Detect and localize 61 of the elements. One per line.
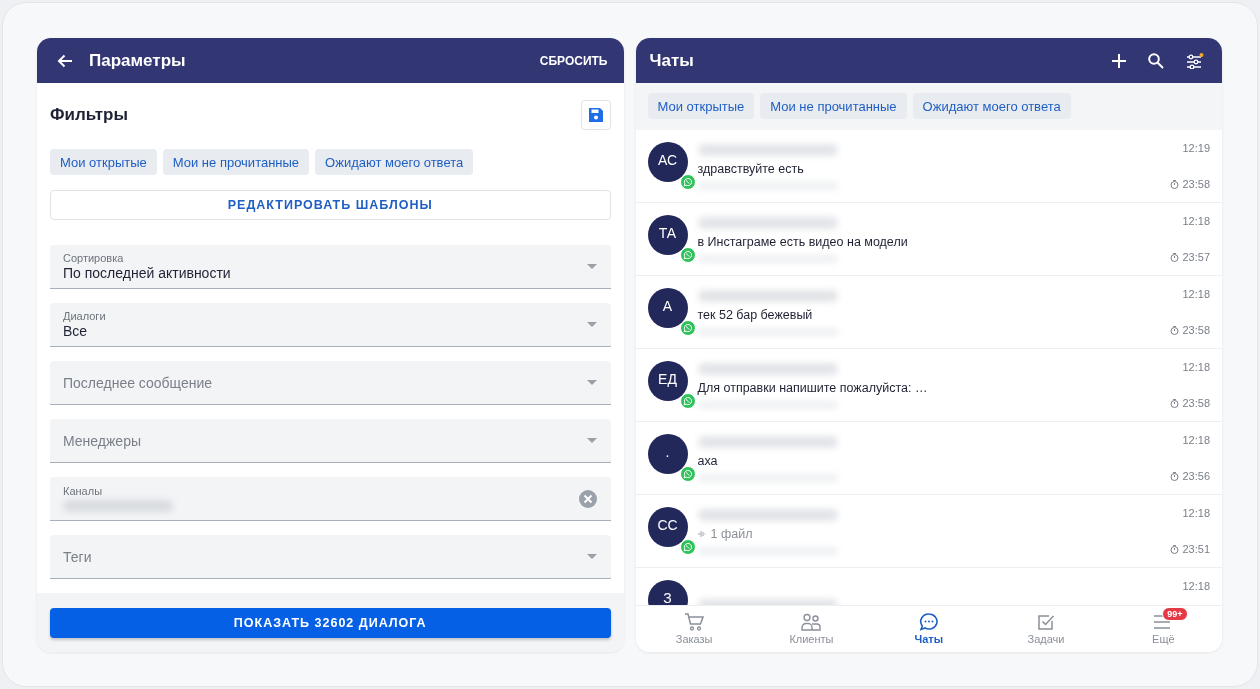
avatar: З: [647, 580, 688, 605]
chat-row[interactable]: ТА в Инстаграме есть видео на модели 12:18 23:57: [635, 203, 1222, 276]
screen-title: Чаты: [649, 50, 694, 71]
nav-tab[interactable]: 99+ Ещё: [1104, 606, 1222, 652]
filter-chip[interactable]: Мои открытые: [647, 93, 755, 119]
wait-time: 23:56: [1182, 470, 1210, 482]
edit-templates-button[interactable]: РЕДАКТИРОВАТЬ ШАБЛОНЫ: [50, 190, 611, 220]
message-time: 12:18: [1182, 507, 1210, 519]
wait-time: 23:58: [1182, 178, 1210, 190]
avatar: .: [647, 434, 688, 474]
clearable-field[interactable]: Каналы: [50, 477, 611, 521]
message-time: 12:18: [1182, 288, 1210, 300]
field-label: Диалоги: [63, 310, 107, 322]
message-time: 12:18: [1182, 580, 1210, 592]
avatar: А: [647, 288, 688, 328]
chat-row[interactable]: СС 1 файл 12:18 23:51: [635, 495, 1222, 568]
wait-time: 23:58: [1182, 324, 1210, 336]
field-value: Все: [63, 323, 89, 339]
wait-time: 23:51: [1182, 543, 1210, 555]
filter-chip[interactable]: Ожидают моего ответа: [912, 93, 1071, 119]
field-value: По последней активности: [63, 265, 232, 281]
section-title: Фильтры: [50, 105, 128, 125]
last-message: здравствуйте есть: [697, 162, 804, 176]
select-field[interactable]: Сортировка По последней активности: [50, 245, 611, 289]
screen-title: Параметры: [89, 50, 186, 71]
chat-row[interactable]: . аха 12:18 23:56: [635, 422, 1222, 495]
chat-row[interactable]: ЕД Для отправки напишите пожалуйста: … 12:18 23:58: [635, 349, 1222, 422]
filter-chip[interactable]: Мои не прочитанные: [162, 149, 310, 175]
select-field[interactable]: Последнее сообщение: [50, 361, 611, 405]
chat-row[interactable]: А тек 52 бар бежевый 12:18 23:58: [635, 276, 1222, 349]
wait-time: 23:58: [1182, 397, 1210, 409]
wait-time: 23:57: [1182, 251, 1210, 263]
field-placeholder: Последнее сообщение: [63, 374, 214, 391]
message-time: 12:18: [1182, 215, 1210, 227]
field-label: Сортировка: [63, 252, 125, 264]
select-field[interactable]: Менеджеры: [50, 419, 611, 463]
nav-tab[interactable]: Заказы: [635, 606, 753, 652]
last-message: тек 52 бар бежевый: [697, 308, 813, 322]
select-field[interactable]: Диалоги Все: [50, 303, 611, 347]
show-dialogs-button[interactable]: ПОКАЗАТЬ 32602 ДИАЛОГА: [50, 608, 611, 638]
filter-chip[interactable]: Мои не прочитанные: [760, 93, 907, 119]
avatar: ЕД: [647, 361, 688, 401]
count-badge: 99+: [1162, 607, 1188, 621]
message-time: 12:18: [1182, 434, 1210, 446]
message-time: 12:18: [1182, 361, 1210, 373]
last-message: Для отправки напишите пожалуйста: …: [697, 381, 928, 395]
last-message: аха: [697, 454, 718, 468]
field-placeholder: Теги: [63, 548, 93, 565]
filter-chip[interactable]: Ожидают моего ответа: [315, 149, 474, 175]
avatar: СС: [647, 507, 688, 547]
avatar: АС: [647, 142, 688, 182]
last-message: 1 файл: [710, 527, 753, 541]
message-time: 12:19: [1182, 142, 1210, 154]
field-placeholder: Менеджеры: [63, 432, 142, 449]
chat-row[interactable]: АС здравствуйте есть 12:19 23:58: [635, 130, 1222, 203]
reset-button[interactable]: СБРОСИТЬ: [537, 53, 610, 68]
select-field[interactable]: Теги: [50, 535, 611, 579]
field-label: Каналы: [63, 485, 104, 497]
last-message: в Инстаграме есть видео на модели: [697, 235, 908, 249]
filter-chip[interactable]: Мои открытые: [50, 149, 157, 175]
avatar: ТА: [647, 215, 688, 255]
